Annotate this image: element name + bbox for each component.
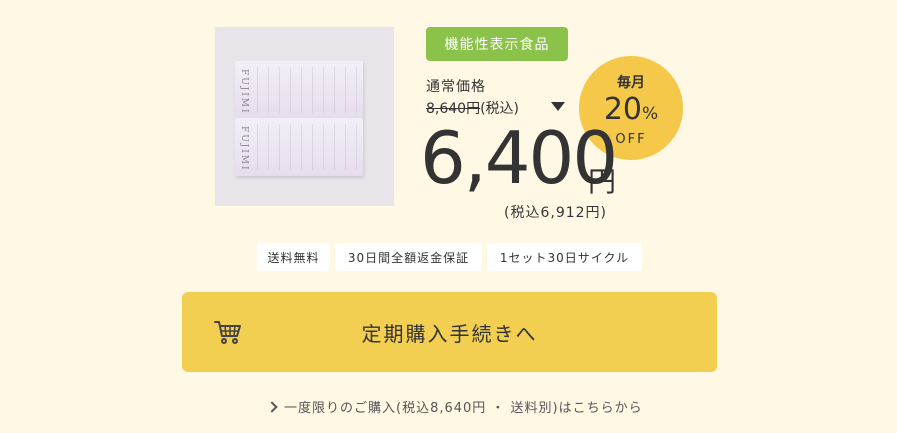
single-purchase-label: 一度限りのご購入(税込8,640円 ・ 送料別)はこちらから [284,401,643,416]
product-purchase-panel: FUJIMI FUJIMI 機能性表示食品 通常価格 8,640円(税込) 毎月… [0,0,897,433]
tag-refund-guarantee: 30日間全額返金保証 [335,243,482,271]
tax-included-price: (税込6,912円) [504,205,608,221]
regular-price-value: 8,640円 [426,101,481,117]
cart-icon [214,321,241,344]
down-arrow-icon [551,102,565,111]
chevron-right-icon [266,400,278,413]
product-pack-bottom: FUJIMI [235,118,363,176]
tag-free-shipping: 送料無料 [257,243,330,271]
product-pack-top: FUJIMI [235,61,363,119]
regular-price: 8,640円(税込) [426,98,519,118]
pack-brand-text: FUJIMI [239,69,249,115]
subscribe-button[interactable]: 定期購入手続きへ [182,292,717,372]
functional-food-badge: 機能性表示食品 [426,27,568,61]
subscription-price: 6,400 [420,116,618,200]
subscribe-button-label: 定期購入手続きへ [361,321,538,346]
regular-price-tax-note: (税込) [480,101,520,117]
single-purchase-link[interactable]: 一度限りのご購入(税込8,640円 ・ 送料別)はこちらから [266,397,643,416]
subscription-price-unit: 円 [588,165,617,198]
tag-cycle: 1セット30日サイクル [487,243,642,271]
pack-brand-text: FUJIMI [239,126,249,172]
discount-monthly: 毎月 [617,75,645,91]
regular-price-label: 通常価格 [426,79,486,95]
